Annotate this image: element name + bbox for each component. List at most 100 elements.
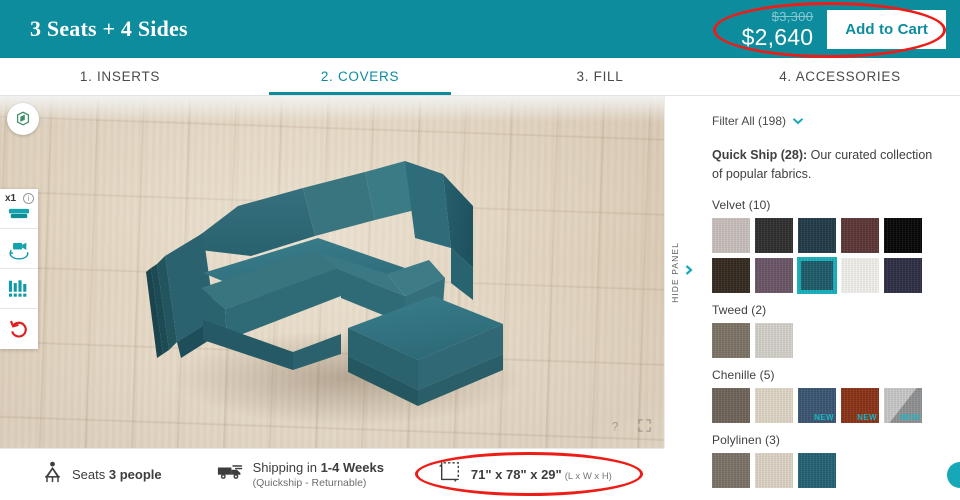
- person-seat-icon: [42, 461, 63, 488]
- swatch-texture: [798, 258, 836, 293]
- camera-rotate-icon: [9, 242, 29, 260]
- new-badge: NEW: [814, 413, 834, 422]
- expand-icon[interactable]: [637, 418, 652, 438]
- page-title: 3 Seats + 4 Sides: [30, 16, 188, 41]
- swatch-polylinen-teal[interactable]: [798, 453, 836, 488]
- swatch-chenille-denim-blue[interactable]: NEW: [798, 388, 836, 423]
- swatch-row: NEW NEW NEW: [712, 388, 960, 423]
- sofa-module-icon: [8, 208, 30, 218]
- undo-arrow-icon: [9, 320, 27, 338]
- fabric-group-title: Velvet (10): [712, 198, 771, 212]
- swatch-tweed-light-grey[interactable]: [755, 323, 793, 358]
- tab-accessories[interactable]: 4. ACCESSORIES: [720, 58, 960, 95]
- tab-covers[interactable]: 2. COVERS: [240, 58, 480, 95]
- swatch-velvet-dark-brown[interactable]: [712, 258, 750, 293]
- quickship-description: Quick Ship (28): Our curated collection …: [712, 146, 944, 184]
- swatch-velvet-plum[interactable]: [755, 258, 793, 293]
- quickship-label: Quick Ship (28):: [712, 148, 808, 162]
- dimensions: 71" x 78" x 29" (L x W x H): [438, 460, 612, 489]
- swatch-texture: [884, 258, 922, 293]
- swatch-chenille-grey-split[interactable]: NEW: [884, 388, 922, 423]
- price-block: $3,300 $2,640: [742, 10, 814, 49]
- filter-label: Filter All (198): [712, 114, 787, 128]
- swatch-texture: [798, 453, 836, 488]
- swatch-velvet-navy[interactable]: [884, 258, 922, 293]
- fabric-group-title: Polylinen (3): [712, 433, 780, 447]
- hide-panel-label: HIDE PANEL: [669, 241, 680, 303]
- viewport-top-fade: [0, 96, 664, 122]
- swatch-texture: [755, 388, 793, 423]
- chevron-down-icon: [792, 112, 804, 130]
- app-header: 3 Seats + 4 Sides $3,300 $2,640 Add to C…: [0, 0, 960, 58]
- module-count-badge: x1: [5, 193, 17, 204]
- swatch-polylinen-sand[interactable]: [755, 453, 793, 488]
- swatch-texture: [755, 453, 793, 488]
- dimension-arrow-icon: [438, 460, 462, 489]
- fabric-swatch-tool[interactable]: [0, 269, 38, 309]
- swatch-texture: [712, 453, 750, 488]
- new-badge: NEW: [857, 413, 877, 422]
- fabric-group-title: Tweed (2): [712, 303, 767, 317]
- swatch-velvet-teal[interactable]: [798, 258, 836, 293]
- swatch-texture: [884, 218, 922, 253]
- sofa-3d-model[interactable]: [143, 128, 543, 428]
- viewport-corner-controls: ?: [609, 418, 652, 438]
- swatch-row: [712, 453, 960, 488]
- question-mark-icon[interactable]: ?: [609, 419, 623, 438]
- price-current: $2,640: [741, 23, 814, 50]
- chevron-right-icon: [684, 263, 694, 281]
- camera-rotate-tool[interactable]: [0, 229, 38, 269]
- seats-info: Seats 3 people: [42, 461, 162, 488]
- tab-fill[interactable]: 3. FILL: [480, 58, 720, 95]
- shipping-info: Shipping in 1-4 Weeks (Quickship - Retur…: [217, 459, 384, 491]
- swatch-polylinen-taupe[interactable]: [712, 453, 750, 488]
- swatch-velvet-light-grey[interactable]: [712, 218, 750, 253]
- filter-all-dropdown[interactable]: Filter All (198): [712, 112, 960, 130]
- info-icon[interactable]: i: [23, 193, 34, 204]
- swatch-row: [712, 218, 960, 293]
- new-badge: NEW: [900, 413, 920, 422]
- swatch-texture: [712, 218, 750, 253]
- fabric-bars-icon: [8, 279, 27, 297]
- reset-tool[interactable]: [0, 309, 38, 349]
- swatch-texture: [841, 218, 879, 253]
- delivery-truck-icon: [217, 462, 244, 487]
- configurator-app: 3 Seats + 4 Sides $3,300 $2,640 Add to C…: [0, 0, 960, 500]
- swatch-texture: [755, 218, 793, 253]
- header-actions: $3,300 $2,640 Add to Cart: [742, 9, 946, 49]
- swatch-chenille-cream[interactable]: [755, 388, 793, 423]
- shipping-text: Shipping in 1-4 Weeks (Quickship - Retur…: [252, 459, 384, 490]
- swatch-velvet-deep-teal[interactable]: [798, 218, 836, 253]
- dimensions-text: 71" x 78" x 29" (L x W x H): [470, 466, 612, 482]
- add-to-cart-button[interactable]: Add to Cart: [827, 9, 946, 49]
- step-tabs: 1. INSERTS 2. COVERS 3. FILL 4. ACCESSOR…: [0, 58, 960, 96]
- swatch-chenille-rust[interactable]: NEW: [841, 388, 879, 423]
- price-original: $3,300: [771, 8, 814, 24]
- cube-logo-icon[interactable]: [7, 103, 39, 135]
- swatch-texture: [755, 323, 793, 358]
- swatch-velvet-burgundy[interactable]: [841, 218, 879, 253]
- swatch-tweed-olive-grey[interactable]: [712, 323, 750, 358]
- seats-text: Seats 3 people: [72, 466, 162, 482]
- fabric-group: Velvet (10): [712, 198, 960, 293]
- product-3d-viewport[interactable]: ? x1 i: [0, 96, 664, 448]
- swatch-velvet-black[interactable]: [884, 218, 922, 253]
- viewport-toolbar: x1 i: [0, 189, 38, 349]
- module-count-tool[interactable]: x1 i: [0, 189, 38, 229]
- swatch-texture: [712, 258, 750, 293]
- swatch-velvet-ivory[interactable]: [841, 258, 879, 293]
- fabric-panel: Filter All (198) Quick Ship (28): Our cu…: [698, 96, 960, 500]
- fabric-group-title: Chenille (5): [712, 368, 775, 382]
- swatch-velvet-charcoal[interactable]: [755, 218, 793, 253]
- swatch-chenille-taupe[interactable]: [712, 388, 750, 423]
- tab-inserts[interactable]: 1. INSERTS: [0, 58, 240, 95]
- svg-text:?: ?: [612, 419, 619, 433]
- fabric-group: Chenille (5) NEW NEW NEW: [712, 368, 960, 423]
- fabric-groups: Velvet (10) Tweed (2) Chenille (5) NEW NEW NE…: [712, 198, 960, 488]
- swatch-texture: [712, 388, 750, 423]
- hide-panel-toggle[interactable]: HIDE PANEL: [664, 96, 698, 448]
- swatch-row: [712, 323, 960, 358]
- product-summary-bar: Seats 3 people Shipping in 1-4 Weeks (Qu…: [0, 448, 664, 500]
- swatch-texture: [755, 258, 793, 293]
- swatch-texture: [798, 218, 836, 253]
